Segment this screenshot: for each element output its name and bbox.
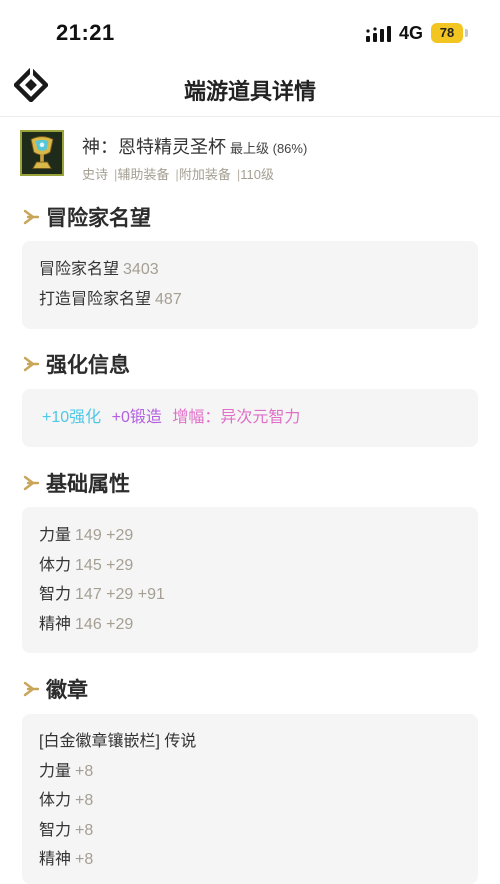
reinforce-level: +10强化 [42, 409, 102, 426]
stat-row: 打造冒险家名望 487 [39, 285, 461, 315]
stat-row: 力量 149 +29 [39, 521, 461, 551]
emblem-card: [白金徽章镶嵌栏] 传说 力量 +8 体力 +8 智力 +8 精神 +8 [22, 714, 478, 884]
stat-value: +8 [75, 851, 94, 868]
stat-value: +8 [75, 762, 94, 780]
base-attributes-card: 力量 149 +29 体力 145 +29 智力 147 +29 +91 精神 146 … [22, 507, 478, 653]
section-title-label: 冒险家名望 [46, 207, 151, 230]
section-title-base: 基础属性 [22, 468, 130, 498]
forge-level: +0锻造 [111, 409, 162, 426]
item-type: 辅助装备 [117, 167, 170, 182]
item-level: 最上级 (86%) [230, 141, 308, 156]
stat-row: 智力 +8 [39, 816, 461, 846]
section-title-label: 徽章 [46, 679, 88, 702]
item-name: 神：恩特精灵圣杯 [82, 137, 226, 157]
stat-label: 精神 [39, 851, 72, 868]
signal-icon [366, 26, 391, 42]
status-bar: 21:21 4G 78 [0, 0, 500, 60]
stat-value: +8 [75, 792, 94, 809]
status-time: 21:21 [56, 20, 115, 45]
stat-row: 智力 147 +29 +91 [39, 580, 461, 610]
arrow-right-icon [23, 681, 40, 697]
stat-label: 冒险家名望 [39, 261, 120, 278]
battery-nub [465, 29, 468, 37]
stat-label: 精神 [39, 615, 72, 633]
stat-row: 力量 +8 [39, 757, 461, 787]
stat-row: 体力 +8 [39, 786, 461, 816]
arrow-right-icon [23, 209, 40, 225]
enhance-card: +10强化 +0锻造 增幅：异次元智力 [22, 389, 478, 447]
battery-icon: 78 [431, 23, 463, 43]
item-name-line: 神：恩特精灵圣杯 最上级 (86%) [82, 133, 307, 159]
stat-value: 149 +29 [75, 527, 134, 544]
stat-value: +8 [75, 821, 94, 839]
stat-row: 精神 146 +29 [39, 610, 461, 640]
nav-divider [0, 116, 500, 117]
stat-value: 147 +29 +91 [75, 586, 165, 603]
section-title-reputation: 冒险家名望 [22, 202, 151, 232]
stat-value: 3403 [123, 261, 159, 278]
section-title-label: 基础属性 [46, 473, 130, 496]
stat-label: 智力 [39, 821, 72, 839]
item-header: 神：恩特精灵圣杯 最上级 (86%) 史诗 |辅助装备 |附加装备 |110级 [20, 130, 480, 182]
page-title: 端游道具详情 [183, 79, 316, 104]
item-rarity: 史诗 [82, 167, 109, 182]
stat-value: 487 [155, 290, 182, 308]
item-meta: 史诗 |辅助装备 |附加装备 |110级 [82, 164, 274, 183]
stat-row: 冒险家名望 3403 [39, 255, 461, 285]
stat-label: 力量 [39, 527, 72, 544]
stat-value: 146 +29 [75, 615, 134, 633]
amplify-info: 增幅：异次元智力 [172, 409, 301, 426]
stat-row: 精神 +8 [39, 845, 461, 875]
enhance-row: +10强化 +0锻造 增幅：异次元智力 [42, 389, 461, 447]
section-title-enhance: 强化信息 [22, 349, 130, 379]
item-slot: 附加装备 [178, 167, 231, 182]
arrow-right-icon [23, 475, 40, 491]
reputation-card: 冒险家名望 3403 打造冒险家名望 487 [22, 241, 478, 329]
stat-label: 体力 [39, 556, 72, 574]
stat-label: 打造冒险家名望 [39, 290, 152, 308]
stat-label: 智力 [39, 586, 72, 603]
stat-value: 145 +29 [75, 556, 134, 574]
section-title-label: 强化信息 [46, 354, 130, 377]
stat-row: 体力 145 +29 [39, 551, 461, 581]
stat-label: 体力 [39, 792, 72, 809]
item-required-level: 110级 [240, 167, 274, 182]
arrow-right-icon [23, 356, 40, 372]
section-title-emblem: 徽章 [22, 674, 88, 704]
network-type: 4G [399, 23, 424, 43]
chalice-icon [20, 130, 64, 176]
emblem-slot: [白金徽章镶嵌栏] 传说 [39, 733, 197, 750]
stat-label: 力量 [39, 762, 72, 780]
nav-bar: 端游道具详情 [0, 62, 500, 114]
